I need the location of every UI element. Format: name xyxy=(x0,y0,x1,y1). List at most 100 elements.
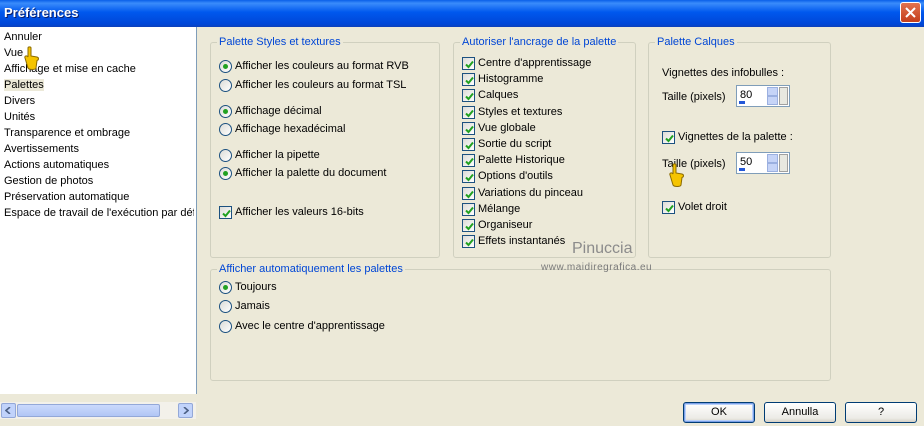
group-title: Autoriser l'ancrage de la palette xyxy=(460,36,619,49)
option-label: Volet droit xyxy=(678,201,727,213)
help-button[interactable]: ? xyxy=(845,402,917,423)
spin-down-button[interactable] xyxy=(767,96,778,105)
checkbox-control[interactable] xyxy=(462,170,475,184)
check-icon xyxy=(665,204,674,213)
spinner-value[interactable]: 80 xyxy=(740,89,752,101)
spinner-value[interactable]: 50 xyxy=(740,156,752,168)
category-list: Annuler Vue Affichage et mise en cache P… xyxy=(0,27,197,419)
option-label: Afficher la palette du document xyxy=(235,167,387,179)
tooltip-thumbs-label: Vignettes des infobulles : xyxy=(662,67,785,79)
option-label: Affichage hexadécimal xyxy=(235,123,346,135)
option-label: Toujours xyxy=(235,281,277,293)
group-title: Palette Styles et textures xyxy=(217,36,343,49)
radio-control[interactable] xyxy=(219,320,232,333)
check-icon xyxy=(465,206,474,215)
checkbox-control[interactable] xyxy=(462,105,475,119)
spinner-progress xyxy=(739,168,745,171)
checkbox-control[interactable] xyxy=(462,235,475,249)
spin-dropdown-button[interactable] xyxy=(779,154,788,172)
nav-item-actions[interactable]: Actions automatiques xyxy=(4,157,194,173)
check-icon xyxy=(465,125,474,134)
radio-control[interactable] xyxy=(219,300,232,313)
check-icon xyxy=(465,60,474,69)
option-label: Afficher la pipette xyxy=(235,149,320,161)
group-auto-show: Afficher automatiquement les palettes To… xyxy=(210,263,831,381)
chevron-right-icon xyxy=(183,407,189,414)
option-label: Vignettes de la palette : xyxy=(678,131,793,143)
scroll-right-button[interactable] xyxy=(178,403,193,418)
checkbox-control[interactable] xyxy=(462,186,475,200)
scroll-left-button[interactable] xyxy=(1,403,16,418)
close-button[interactable] xyxy=(900,2,921,23)
nav-item-avertissements[interactable]: Avertissements xyxy=(4,141,194,157)
watermark-site: www.maidiregrafica.eu xyxy=(541,262,653,273)
check-icon xyxy=(465,158,474,166)
scroll-thumb[interactable] xyxy=(17,404,160,417)
checkbox-control[interactable] xyxy=(662,201,675,214)
checkbox-control[interactable] xyxy=(462,219,475,232)
ok-button[interactable]: OK xyxy=(683,402,755,423)
window-title: Préférences xyxy=(4,5,79,20)
group-styles-textures: Palette Styles et textures Afficher les … xyxy=(210,36,440,258)
nav-item-palettes[interactable]: Palettes xyxy=(4,77,194,93)
nav-label: Palettes xyxy=(4,79,44,91)
nav-label: Annuler xyxy=(4,31,42,43)
checkbox-control[interactable] xyxy=(462,202,475,216)
nav-item-divers[interactable]: Divers xyxy=(4,93,194,109)
checkbox-control[interactable] xyxy=(662,131,675,144)
nav-item-espace[interactable]: Espace de travail de l'exécution par déf xyxy=(4,205,194,221)
hand-pointer-icon xyxy=(669,163,684,187)
option-label: Afficher les couleurs au format TSL xyxy=(235,79,407,91)
option-label: Styles et textures xyxy=(478,105,563,118)
option-label: Mélange xyxy=(478,202,521,215)
size-label-1: Taille (pixels) xyxy=(662,91,726,103)
option-label: Options d'outils xyxy=(478,170,553,183)
nav-item-unites[interactable]: Unités xyxy=(4,109,194,125)
check-icon xyxy=(222,209,231,218)
check-icon xyxy=(465,222,474,231)
spinner-progress xyxy=(739,101,745,104)
radio-control[interactable] xyxy=(219,79,232,92)
nav-label: Divers xyxy=(4,95,36,107)
spin-up-button[interactable] xyxy=(767,154,778,163)
check-icon xyxy=(465,109,474,118)
radio-control[interactable] xyxy=(219,149,232,162)
checkbox-control[interactable] xyxy=(462,73,475,87)
radio-control[interactable] xyxy=(219,60,232,73)
nav-label: Actions automatiques xyxy=(4,159,110,171)
checkbox-control[interactable] xyxy=(462,57,475,70)
option-label: Histogramme xyxy=(478,73,544,86)
nav-label: Préservation automatique xyxy=(4,191,130,203)
size-spinner-2[interactable]: 50 xyxy=(736,152,790,174)
radio-control[interactable] xyxy=(219,281,232,294)
spin-up-button[interactable] xyxy=(767,87,778,96)
nav-item-preservation[interactable]: Préservation automatique xyxy=(4,189,194,205)
option-label: Afficher les valeurs 16-bits xyxy=(235,206,364,218)
nav-label: Gestion de photos xyxy=(4,175,94,187)
watermark-name: Pinuccia xyxy=(572,240,633,257)
size-spinner-1[interactable]: 80 xyxy=(736,85,790,107)
nav-item-annuler[interactable]: Annuler xyxy=(4,29,194,45)
checkbox-control[interactable] xyxy=(462,154,475,168)
spin-down-button[interactable] xyxy=(767,163,778,172)
checkbox-control[interactable] xyxy=(462,121,475,135)
group-title: Afficher automatiquement les palettes xyxy=(217,263,405,276)
horizontal-scrollbar[interactable] xyxy=(0,402,196,419)
option-label: Palette Historique xyxy=(478,154,565,167)
checkbox-control[interactable] xyxy=(219,206,232,219)
radio-control[interactable] xyxy=(219,123,232,136)
group-docking: Autoriser l'ancrage de la palette Centre… xyxy=(453,36,636,258)
option-label: Organiseur xyxy=(478,219,533,231)
option-label: Variations du pinceau xyxy=(478,186,583,199)
cancel-button[interactable]: Annulla xyxy=(764,402,836,423)
spin-dropdown-button[interactable] xyxy=(779,87,788,105)
radio-control[interactable] xyxy=(219,105,232,118)
nav-item-transparence[interactable]: Transparence et ombrage xyxy=(4,125,194,141)
nav-label: Espace de travail de l'exécution par déf xyxy=(4,207,194,219)
checkbox-control[interactable] xyxy=(462,89,475,103)
option-label: Afficher les couleurs au format RVB xyxy=(235,60,409,72)
option-label: Centre d'apprentissage xyxy=(478,57,592,69)
nav-item-photos[interactable]: Gestion de photos xyxy=(4,173,194,189)
radio-control[interactable] xyxy=(219,167,232,180)
checkbox-control[interactable] xyxy=(462,138,475,151)
